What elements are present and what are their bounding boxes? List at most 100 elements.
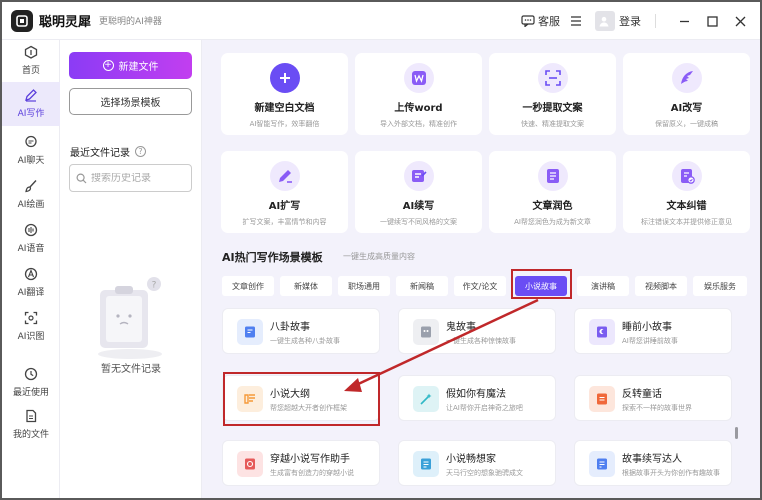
rail-item-ai-painting[interactable]: AI绘画 — [2, 178, 60, 214]
tool-card-ai-continue[interactable]: AI续写 一键续写不同风格的文案 — [355, 151, 482, 233]
tool-card-title: AI扩写 — [268, 201, 301, 212]
scan-icon — [23, 310, 39, 326]
rail-item-recent[interactable]: 最近使用 — [2, 366, 60, 402]
feather-icon — [671, 63, 702, 93]
plus-circle-icon: + — [102, 60, 114, 71]
tab-video-script[interactable]: 视频脚本 — [635, 276, 687, 296]
user-icon — [599, 16, 608, 27]
main-content: 新建空白文档 AI智能写作，效率翻倍 上传word 导入外部文档，精准创作 一秒… — [202, 40, 760, 498]
search-icon — [76, 172, 87, 183]
tool-card-title: 文章润色 — [532, 201, 573, 212]
tab-essay-paper[interactable]: 作文/论文 — [454, 276, 506, 296]
tool-card-title: 一秒提取文案 — [522, 103, 583, 114]
rail-item-ai-translate[interactable]: AI翻译 — [2, 266, 60, 302]
story-card-time-travel[interactable]: 穿越小说写作助手 生成富有创造力的穿越小说 — [222, 440, 380, 486]
story-card-novel-imagination[interactable]: 小说畅想家 天马行空的想象驰骋成文 — [398, 440, 556, 486]
file-panel: + 新建文件 选择场景模板 最近文件记录 ? ? — [60, 40, 202, 498]
tab-speech[interactable]: 演讲稿 — [577, 276, 629, 296]
story-title: 故事续写达人 — [622, 454, 682, 465]
rail-item-home[interactable]: 首页 — [2, 44, 60, 80]
tool-card-extract-text[interactable]: 一秒提取文案 快速、精准提取文案 — [489, 53, 616, 135]
tab-label: 娱乐服务 — [704, 281, 736, 291]
story-card-ghost[interactable]: 鬼故事 一键生成各种惊悚故事 — [398, 308, 556, 354]
chat-bubble-icon — [521, 15, 535, 27]
tool-card-subtitle: AI帮您润色为成为新文章 — [514, 218, 591, 226]
story-continue-icon — [589, 451, 615, 477]
tool-card-new-blank[interactable]: 新建空白文档 AI智能写作，效率翻倍 — [221, 53, 348, 135]
app-logo-icon — [11, 9, 33, 32]
customer-service-label: 客服 — [538, 15, 560, 28]
tool-card-ai-expand[interactable]: AI扩写 扩写文案，丰富情节和内容 — [221, 151, 348, 233]
tool-card-title: AI续写 — [402, 201, 435, 212]
rail-item-ai-image-recognition[interactable]: AI识图 — [2, 310, 60, 346]
tab-label: 新闻稿 — [410, 281, 434, 291]
rail-item-ai-writing[interactable]: AI写作 — [2, 82, 60, 126]
history-search-input[interactable] — [91, 172, 186, 184]
minimize-button[interactable] — [670, 7, 698, 35]
select-template-button[interactable]: 选择场景模板 — [69, 88, 192, 115]
rail-item-my-files[interactable]: 我的文件 — [2, 408, 60, 444]
rail-label: AI聊天 — [17, 156, 45, 166]
story-title: 八卦故事 — [270, 322, 310, 333]
tab-entertainment[interactable]: 娱乐服务 — [693, 276, 747, 296]
tab-press-release[interactable]: 新闻稿 — [396, 276, 448, 296]
tool-card-subtitle: 导入外部文档，精准创作 — [380, 120, 457, 128]
tool-card-title: AI改写 — [670, 103, 703, 114]
story-title: 反转童话 — [622, 389, 662, 400]
tool-card-subtitle: 扩写文案，丰富情节和内容 — [242, 218, 327, 226]
close-icon — [735, 16, 745, 26]
tab-label: 新媒体 — [294, 281, 318, 291]
tool-card-upload-word[interactable]: 上传word 导入外部文档，精准创作 — [355, 53, 482, 135]
title-bar: 聪明灵犀 更聪明的AI神器 客服 登录 — [2, 2, 760, 40]
history-search[interactable] — [69, 164, 192, 192]
rail-label: AI写作 — [17, 109, 45, 119]
continue-icon — [403, 161, 434, 191]
maximize-button[interactable] — [698, 7, 726, 35]
tab-article[interactable]: 文章创作 — [222, 276, 274, 296]
story-subtitle: 生成富有创造力的穿越小说 — [270, 469, 354, 477]
history-icon — [23, 366, 39, 382]
menu-button[interactable] — [570, 16, 585, 26]
tool-card-title: 文本纠错 — [666, 201, 707, 212]
templates-title: AI热门写作场景模板 — [222, 251, 323, 264]
avatar — [595, 11, 615, 31]
tool-card-polish[interactable]: 文章润色 AI帮您润色为成为新文章 — [489, 151, 616, 233]
correct-icon — [671, 161, 702, 191]
polish-icon — [537, 161, 568, 191]
tool-card-ai-rewrite[interactable]: AI改写 保留原义，一键成稿 — [623, 53, 750, 135]
tool-card-title: 上传word — [394, 103, 443, 114]
story-card-reverse-fairytale[interactable]: 反转童话 探索不一样的故事世界 — [574, 375, 732, 421]
plus-icon — [269, 63, 300, 93]
tab-new-media[interactable]: 新媒体 — [280, 276, 332, 296]
rail-label: AI翻译 — [17, 288, 45, 298]
file-icon — [23, 408, 39, 424]
rail-item-ai-chat[interactable]: AI聊天 — [2, 134, 60, 170]
story-card-gossip[interactable]: 八卦故事 一键生成各种八卦故事 — [222, 308, 380, 354]
story-title: 睡前小故事 — [622, 322, 672, 333]
extract-icon — [537, 63, 568, 93]
story-card-magic[interactable]: 假如你有魔法 让AI帮你开启神奇之旅吧 — [398, 375, 556, 421]
close-button[interactable] — [726, 7, 754, 35]
story-card-bedtime[interactable]: 睡前小故事 AI帮您讲睡前故事 — [574, 308, 732, 354]
tool-card-subtitle: 快速、精准提取文案 — [521, 120, 584, 128]
tool-card-title: 新建空白文档 — [254, 103, 315, 114]
tool-card-subtitle: 一键续写不同风格的文案 — [380, 218, 457, 226]
story-subtitle: 根据故事开头为你创作有趣故事 — [622, 469, 720, 477]
story-card-story-continuation[interactable]: 故事续写达人 根据故事开头为你创作有趣故事 — [574, 440, 732, 486]
tab-label: 视频脚本 — [645, 281, 677, 291]
login-button[interactable]: 登录 — [595, 11, 641, 31]
book-icon — [237, 319, 263, 345]
rail-item-ai-voice[interactable]: AI语音 — [2, 222, 60, 258]
app-slogan: 更聪明的AI神器 — [99, 17, 162, 27]
tool-card-proofread[interactable]: 文本纠错 标注错误文本并提供修正意见 — [623, 151, 750, 233]
tab-label: 作文/论文 — [462, 281, 498, 291]
tab-workplace[interactable]: 职场通用 — [338, 276, 390, 296]
scrollbar[interactable] — [735, 427, 738, 439]
tool-card-subtitle: 保留原义，一键成稿 — [655, 120, 718, 128]
rail-label: AI语音 — [17, 244, 45, 254]
select-template-label: 选择场景模板 — [100, 98, 161, 109]
customer-service-button[interactable]: 客服 — [521, 13, 560, 29]
help-icon[interactable]: ? — [135, 146, 146, 157]
new-file-button[interactable]: + 新建文件 — [69, 52, 192, 79]
rail-label: 我的文件 — [12, 430, 49, 440]
